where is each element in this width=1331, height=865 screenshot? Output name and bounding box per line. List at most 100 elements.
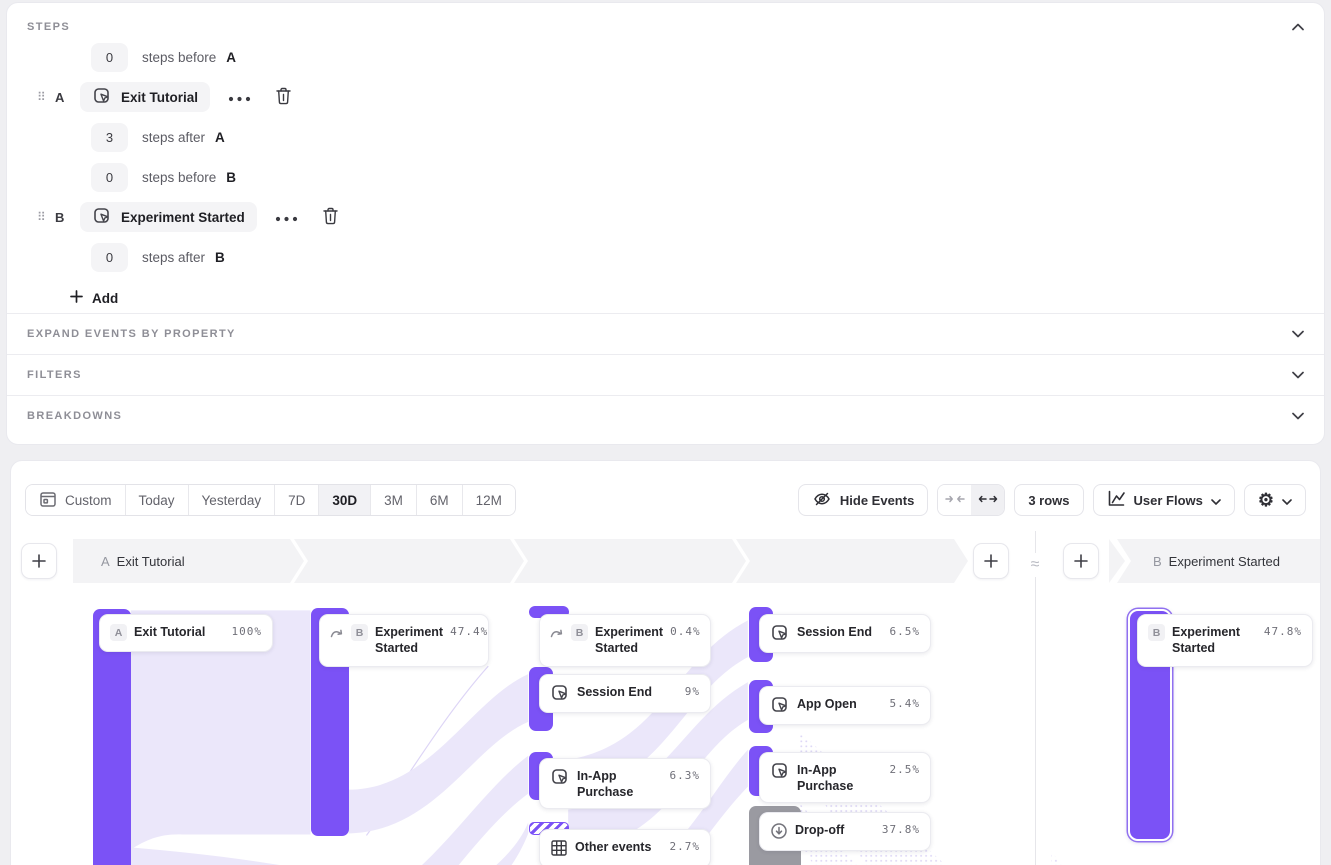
step-banner-segment[interactable] [73, 539, 304, 583]
steps-count-text: steps after [142, 130, 205, 145]
event-name: Experiment Started [121, 210, 245, 225]
date-range-today[interactable]: Today [125, 485, 188, 515]
date-range-3m[interactable]: 3M [370, 485, 416, 515]
settings-button[interactable]: ⚙ [1244, 484, 1306, 516]
chevron-down-icon [1292, 371, 1304, 379]
flow-node-card-app-open[interactable]: App Open5.4% [759, 686, 931, 725]
chevron-down-icon [1282, 493, 1292, 508]
flow-break-symbol: ≈ [1024, 553, 1046, 577]
event-options-button[interactable] [271, 206, 302, 229]
steps-count-step-ref: A [215, 130, 225, 145]
add-step-button[interactable]: Add [70, 290, 118, 306]
flow-node-card-in-app-purchase[interactable]: In-App Purchase2.5% [759, 752, 931, 803]
chart-toolbar: Custom Today Yesterday 7D 30D 3M 6M 12M Hide Ev… [25, 484, 1306, 516]
flow-node-card-experiment-started[interactable]: BExperiment Started47.4% [319, 614, 489, 667]
calendar-icon [39, 490, 57, 511]
click-event-icon [92, 206, 112, 229]
step-letter-badge: B [571, 624, 588, 641]
date-range-yesterday[interactable]: Yesterday [188, 485, 275, 515]
steps-count-text: steps after [142, 250, 205, 265]
step-banner-segment[interactable] [514, 539, 746, 583]
collapse-columns-button[interactable] [938, 485, 971, 515]
steps-count-step-ref: B [215, 250, 225, 265]
collapse-chevron-up-icon[interactable] [1292, 23, 1304, 31]
hide-events-button[interactable]: Hide Events [798, 484, 928, 516]
event-selector-button[interactable]: Exit Tutorial [80, 82, 210, 112]
hide-events-label: Hide Events [840, 493, 914, 508]
step-event-row: ⠿BExperiment Started [7, 197, 1324, 237]
add-column-left-button[interactable] [21, 543, 57, 579]
view-selector-label: User Flows [1134, 493, 1203, 508]
section-filters[interactable]: FILTERS [7, 354, 1324, 395]
date-range-6m[interactable]: 6M [416, 485, 462, 515]
steps-count-input[interactable]: 0 [91, 43, 128, 72]
flow-node-percent: 0.4% [670, 625, 701, 638]
arrows-outward-icon [978, 493, 998, 508]
user-flows-chart-icon [1107, 490, 1126, 511]
event-options-button[interactable] [224, 86, 255, 109]
expand-columns-button[interactable] [971, 485, 1004, 515]
date-range-label: Custom [65, 493, 112, 508]
date-range-selector: Custom Today Yesterday 7D 30D 3M 6M 12M [25, 484, 516, 516]
step-event-row: ⠿AExit Tutorial [7, 77, 1324, 117]
step-letter-badge: B [1148, 624, 1165, 641]
date-range-custom[interactable]: Custom [26, 485, 125, 515]
steps-rows: 0steps beforeA⠿AExit Tutorial3steps afte… [7, 37, 1324, 277]
step-count-row: 0steps beforeB [7, 157, 1324, 197]
click-event-icon [770, 761, 790, 781]
steps-count-input[interactable]: 3 [91, 123, 128, 152]
steps-section-header[interactable]: STEPS [7, 3, 1324, 37]
step-letter-label: A [55, 90, 80, 105]
click-event-icon [92, 86, 112, 109]
flow-node-label: In-App Purchase [577, 768, 663, 800]
step-banner-segment[interactable] [294, 539, 524, 583]
drag-handle-icon[interactable]: ⠿ [37, 90, 55, 104]
query-builder-panel: STEPS 0steps beforeA⠿AExit Tutorial3step… [6, 2, 1325, 445]
drag-handle-icon[interactable]: ⠿ [37, 210, 55, 224]
date-range-label: Yesterday [202, 493, 262, 508]
click-event-icon [550, 767, 570, 787]
steps-count-text: steps before [142, 50, 216, 65]
flow-node-card-experiment-started[interactable]: BExperiment Started47.8% [1137, 614, 1313, 667]
delete-step-button[interactable] [318, 203, 343, 232]
flow-node-card-session-end[interactable]: Session End9% [539, 674, 711, 713]
event-selector-button[interactable]: Experiment Started [80, 202, 257, 232]
flow-node-card-other-events[interactable]: Other events2.7% [539, 829, 711, 865]
date-range-label: 6M [430, 493, 449, 508]
end-step-banner[interactable] [1117, 539, 1321, 583]
date-range-label: Today [139, 493, 175, 508]
trash-icon [275, 87, 292, 108]
flow-node-percent: 37.8% [882, 823, 920, 836]
chart-panel: Custom Today Yesterday 7D 30D 3M 6M 12M Hide Ev… [10, 460, 1321, 865]
flow-node-card-in-app-purchase[interactable]: In-App Purchase 6.3% [539, 758, 711, 809]
flow-node-card-exit-tutorial[interactable]: AExit Tutorial100% [99, 614, 273, 652]
steps-count-input[interactable]: 0 [91, 243, 128, 272]
flow-node-percent: 2.7% [670, 840, 701, 853]
section-breakdowns[interactable]: BREAKDOWNS [7, 395, 1324, 436]
delete-step-button[interactable] [271, 83, 296, 112]
view-selector-button[interactable]: User Flows [1093, 484, 1235, 516]
step-banner-segment[interactable] [736, 539, 968, 583]
flow-node-label: Session End [797, 624, 883, 640]
flow-node-card-drop-off[interactable]: Drop-off37.8% [759, 812, 931, 851]
add-column-right-button[interactable] [1063, 543, 1099, 579]
section-expand-events-by-property[interactable]: EXPAND EVENTS BY PROPERTY [7, 313, 1324, 354]
steps-count-input[interactable]: 0 [91, 163, 128, 192]
step-count-row: 0 steps after B [7, 237, 1324, 277]
flow-node-card-experiment-started[interactable]: BExperiment Started0.4% [539, 614, 711, 667]
date-range-label: 30D [332, 493, 357, 508]
three-dots-icon [275, 210, 298, 225]
add-step-label: Add [92, 291, 118, 306]
flow-step-header: A Exit Tutorial B Experiment Started [11, 539, 1320, 583]
flow-node-percent: 6.3% [670, 769, 701, 782]
sankey-flow-chart: AExit Tutorial100% BExperiment Started47.… [11, 461, 1320, 865]
add-column-middle-button[interactable] [973, 543, 1009, 579]
date-range-12m[interactable]: 12M [462, 485, 515, 515]
section-title: BREAKDOWNS [27, 410, 122, 422]
click-event-icon [770, 623, 790, 643]
flow-node-card-session-end[interactable]: Session End6.5% [759, 614, 931, 653]
date-range-7d[interactable]: 7D [274, 485, 318, 515]
step-count-row: 3 steps after A [7, 117, 1324, 157]
rows-count-button[interactable]: 3 rows [1014, 484, 1083, 516]
date-range-30d[interactable]: 30D [318, 485, 370, 515]
